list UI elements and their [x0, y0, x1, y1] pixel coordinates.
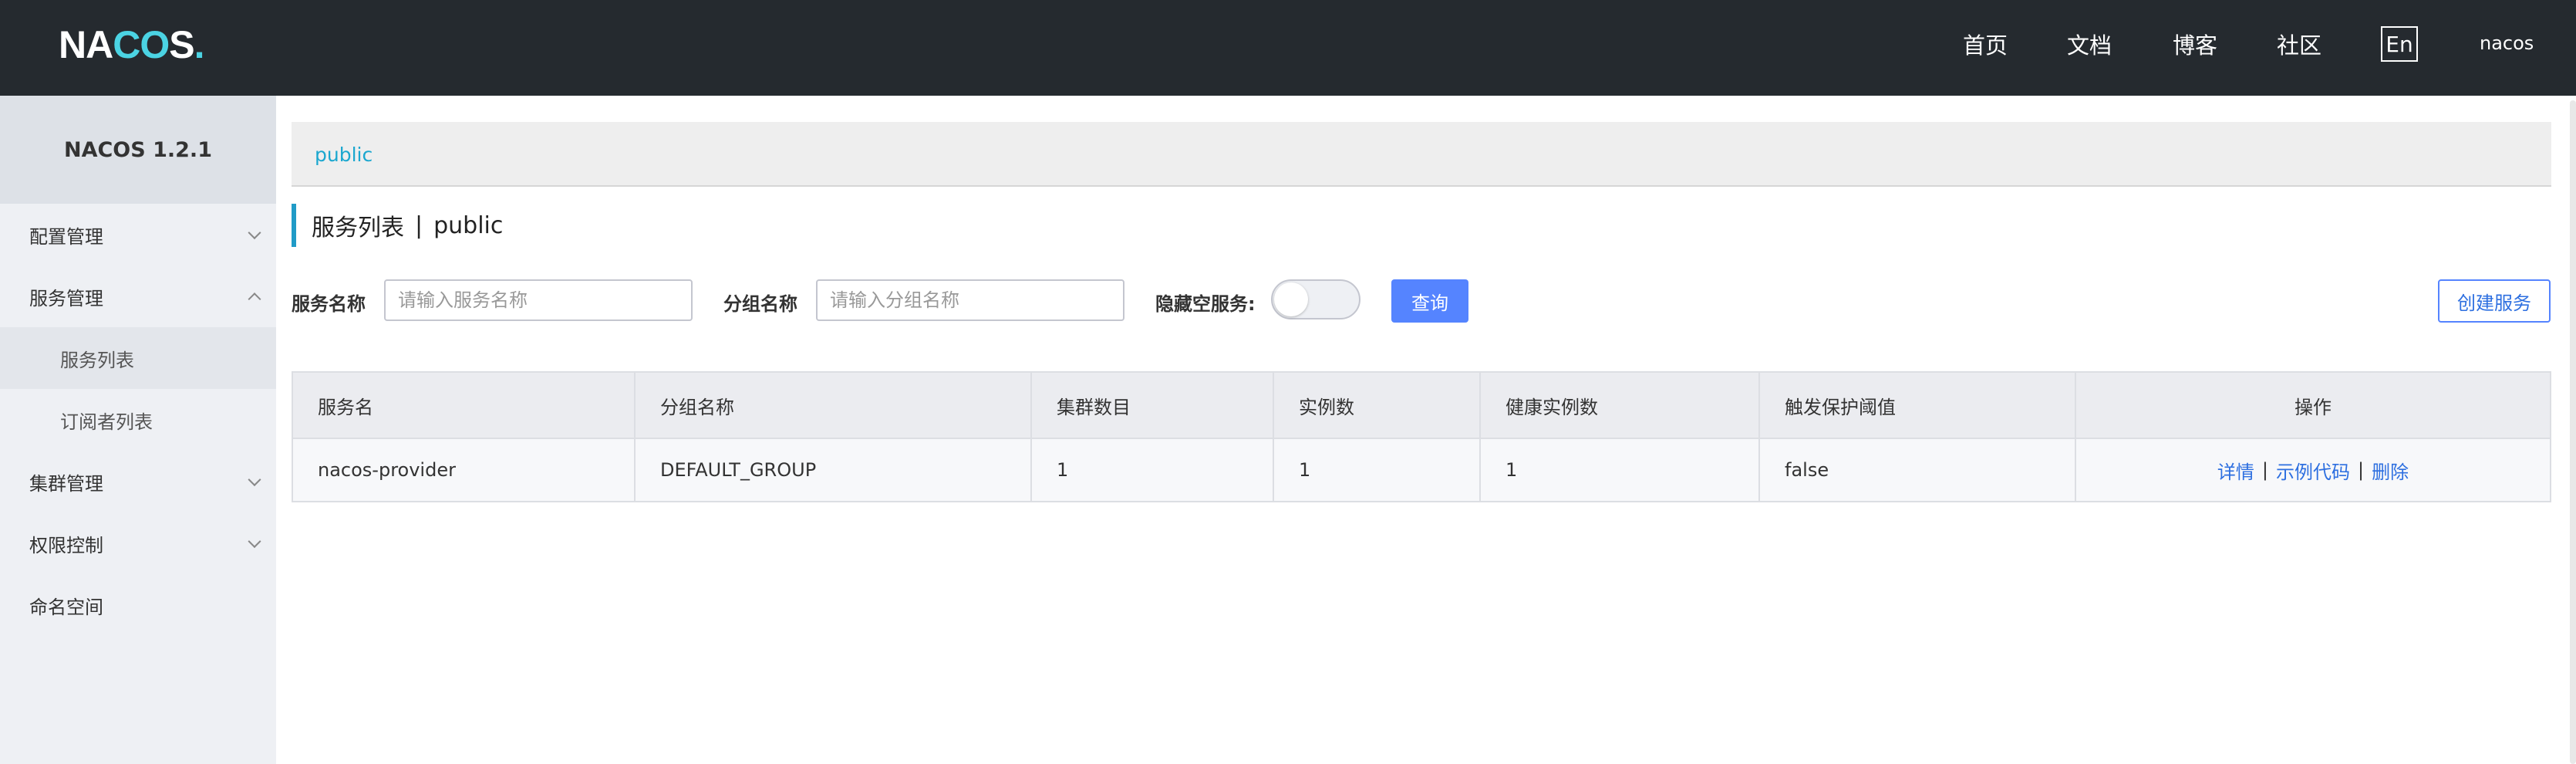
sidebar-item-label: 命名空间 [29, 596, 103, 618]
sidebar-item-label: 服务管理 [29, 287, 103, 309]
top-header: NA C O S. 首页 文档 博客 社区 En nacos [0, 0, 2576, 96]
page-title-separator: | [415, 211, 423, 239]
nav-blog[interactable]: 博客 [2173, 28, 2217, 60]
create-service-button[interactable]: 创建服务 [2438, 279, 2551, 323]
service-name-input[interactable] [384, 279, 693, 321]
chevron-down-icon [248, 535, 261, 549]
column-header-cluster-count: 集群数目 [1032, 373, 1274, 438]
cell-healthy-instance-count: 1 [1481, 439, 1760, 501]
nav-docs[interactable]: 文档 [2067, 28, 2112, 60]
cell-instance-count: 1 [1274, 439, 1481, 501]
column-header-protect-threshold: 触发保护阈值 [1760, 373, 2076, 438]
cell-service-name: nacos-provider [293, 439, 636, 501]
chevron-down-icon [248, 473, 261, 487]
query-button[interactable]: 查询 [1391, 279, 1468, 323]
sidebar-item-label: 服务列表 [60, 349, 134, 371]
sidebar-item-cluster-management[interactable]: 集群管理 [0, 451, 276, 512]
sidebar-item-namespace[interactable]: 命名空间 [0, 574, 276, 636]
cell-cluster-count: 1 [1032, 439, 1274, 501]
language-switch-button[interactable]: En [2381, 26, 2418, 62]
sidebar-title: NACOS 1.2.1 [0, 96, 276, 204]
sidebar-item-subscriber-list[interactable]: 订阅者列表 [0, 389, 276, 451]
table-header-row: 服务名 分组名称 集群数目 实例数 健康实例数 触发保护阈值 操作 [293, 373, 2550, 438]
page-scrollbar[interactable] [2570, 100, 2576, 764]
sidebar-item-service-list[interactable]: 服务列表 [0, 327, 276, 389]
cell-group-name: DEFAULT_GROUP [636, 439, 1032, 501]
breadcrumb: public [292, 122, 2551, 187]
sidebar-item-config-management[interactable]: 配置管理 [0, 204, 276, 265]
page-title-namespace: public [433, 211, 504, 239]
nav-home[interactable]: 首页 [1963, 28, 2008, 60]
cell-protect-threshold: false [1760, 439, 2076, 501]
sidebar-item-label: 集群管理 [29, 472, 103, 495]
column-header-healthy-instance-count: 健康实例数 [1481, 373, 1760, 438]
page-title: 服务列表 | public [292, 204, 503, 247]
nacos-logo[interactable]: NA C O S. [59, 23, 204, 66]
delete-link[interactable]: 删除 [2372, 457, 2409, 484]
table-row: nacos-provider DEFAULT_GROUP 1 1 1 false… [293, 438, 2550, 501]
logo-text: NA C O S. [59, 23, 204, 66]
column-header-actions: 操作 [2294, 396, 2332, 418]
chevron-down-icon [248, 226, 261, 240]
breadcrumb-namespace-link[interactable]: public [315, 144, 373, 166]
cell-actions: 详情 | 示例代码 | 删除 [2076, 439, 2550, 501]
service-name-label: 服务名称 [292, 293, 366, 315]
group-name-label: 分组名称 [723, 293, 797, 315]
column-header-group-name: 分组名称 [636, 373, 1032, 438]
sidebar: NACOS 1.2.1 配置管理 服务管理 服务列表 订阅者列表 集群管理 权限… [0, 96, 276, 764]
action-separator: | [2358, 459, 2365, 481]
column-header-service-name: 服务名 [293, 373, 636, 438]
hide-empty-services-toggle[interactable] [1271, 279, 1360, 319]
sidebar-item-service-management[interactable]: 服务管理 [0, 265, 276, 327]
detail-link[interactable]: 详情 [2217, 457, 2254, 484]
sample-code-link[interactable]: 示例代码 [2276, 457, 2350, 484]
sidebar-item-label: 权限控制 [29, 534, 103, 556]
action-separator: | [2261, 459, 2268, 481]
page-title-text: 服务列表 [312, 215, 404, 242]
user-name[interactable]: nacos [2480, 32, 2534, 54]
service-table: 服务名 分组名称 集群数目 实例数 健康实例数 触发保护阈值 操作 nacos-… [292, 371, 2551, 502]
nav-community[interactable]: 社区 [2277, 28, 2321, 60]
column-header-instance-count: 实例数 [1274, 373, 1481, 438]
group-name-input[interactable] [816, 279, 1124, 321]
sidebar-item-access-control[interactable]: 权限控制 [0, 512, 276, 574]
sidebar-item-label: 配置管理 [29, 225, 103, 248]
toggle-knob [1274, 282, 1308, 316]
sidebar-item-label: 订阅者列表 [60, 411, 153, 433]
chevron-up-icon [248, 292, 261, 306]
hide-empty-services-label: 隐藏空服务: [1155, 293, 1256, 315]
